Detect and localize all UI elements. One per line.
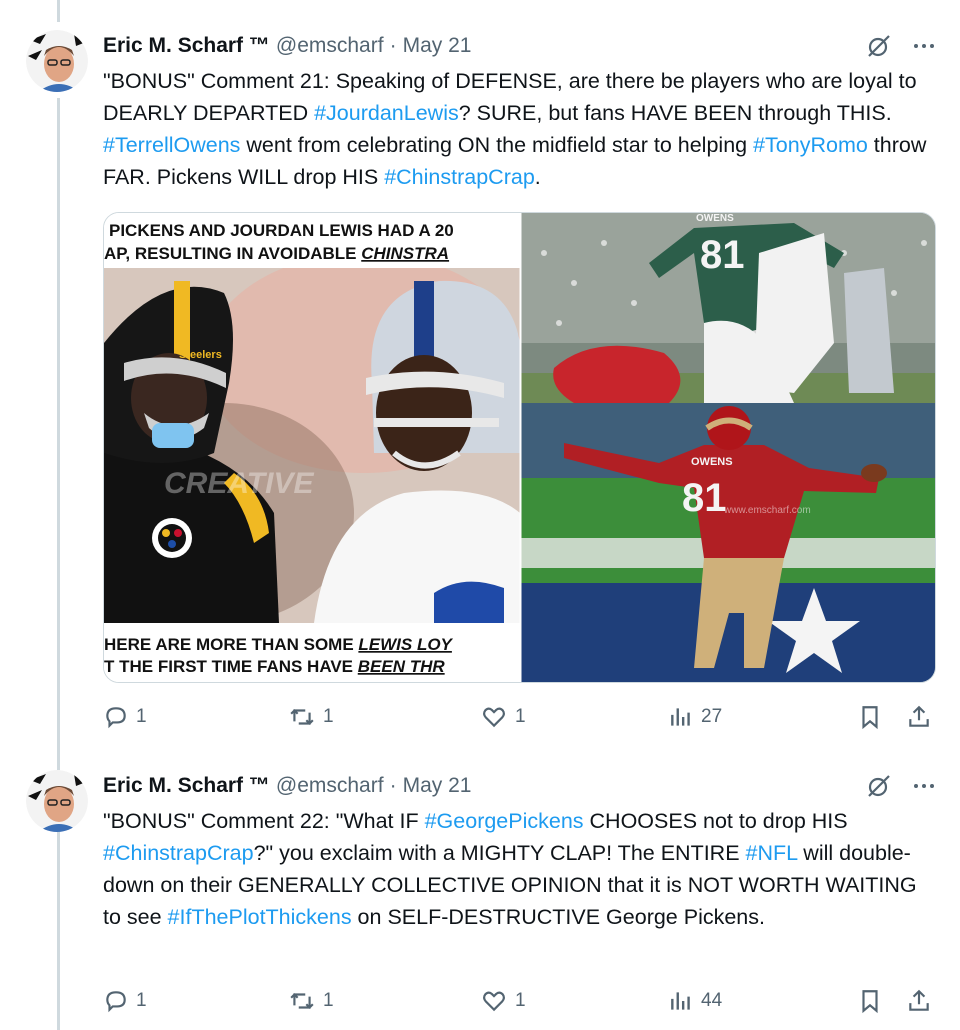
reply-icon	[106, 991, 126, 1013]
author-handle[interactable]: @emscharf	[276, 34, 384, 58]
separator-dot: ·	[389, 774, 397, 797]
tweet-top-icons	[866, 33, 936, 64]
jersey-number-bottom: 81	[682, 476, 727, 520]
jersey-name-top: OWENS	[696, 213, 734, 224]
hashtag-link[interactable]: #TerrellOwens	[103, 133, 240, 157]
tweet-text: "BONUS" Comment 21: Speaking of DEFENSE,…	[103, 65, 938, 193]
share-icon	[909, 705, 929, 727]
tweet-text-segment: ? SURE, but fans HAVE BEEN through THIS.	[458, 101, 892, 125]
media-watermark-url: www.emscharf.com	[723, 505, 811, 516]
author-handle[interactable]: @emscharf	[276, 774, 384, 798]
reply-icon	[106, 707, 126, 729]
grok-icon[interactable]	[866, 33, 892, 64]
media-image: Steelers CREATIVE PICKENS AND JOURDAN LE…	[104, 213, 935, 682]
tweet-text-segment: CHOOSES not to drop HIS	[583, 809, 848, 833]
views-count: 27	[701, 706, 723, 727]
tweet-actions: 1 1 1 44	[103, 984, 938, 1018]
tweet-text: "BONUS" Comment 22: "What IF #GeorgePick…	[103, 805, 938, 933]
views-icon	[671, 708, 690, 726]
like-button[interactable]: 1	[480, 700, 526, 734]
grok-icon[interactable]	[866, 773, 892, 804]
media-watermark: CREATIVE	[164, 467, 314, 500]
tweet-date[interactable]: May 21	[403, 34, 472, 58]
reply-count: 1	[136, 706, 147, 727]
share-button[interactable]	[906, 984, 932, 1018]
tweet-header: Eric M. Scharf ™ @emscharf · May 21	[103, 771, 471, 801]
hashtag-link[interactable]: #TonyRomo	[753, 133, 868, 157]
repost-icon	[290, 708, 314, 726]
share-icon	[909, 989, 929, 1011]
repost-button[interactable]: 1	[288, 984, 334, 1018]
like-count: 1	[515, 706, 526, 727]
avatar[interactable]	[26, 30, 88, 92]
bookmark-button[interactable]	[857, 984, 883, 1018]
repost-button[interactable]: 1	[288, 700, 334, 734]
helmet-text: Steelers	[179, 349, 222, 361]
hashtag-link[interactable]: #IfThePlotThickens	[168, 905, 352, 929]
hashtag-link[interactable]: #NFL	[746, 841, 798, 865]
tweet-text-segment: "BONUS" Comment 22: "What IF	[103, 809, 425, 833]
separator-dot: ·	[389, 34, 397, 57]
more-icon[interactable]	[912, 774, 936, 803]
caption-top-2: AP, RESULTING IN AVOIDABLE CHINSTRA	[104, 244, 449, 263]
tweet-header: Eric M. Scharf ™ @emscharf · May 21	[103, 31, 471, 61]
tweet-text-segment: on SELF-DESTRUCTIVE George Pickens.	[351, 905, 765, 929]
like-icon	[483, 991, 505, 1012]
caption-bottom-1: HERE ARE MORE THAN SOME LEWIS LOY	[104, 635, 454, 654]
hashtag-link[interactable]: #ChinstrapCrap	[384, 165, 535, 189]
repost-icon	[290, 992, 314, 1010]
reply-count: 1	[136, 990, 147, 1011]
tweet-2[interactable]: Eric M. Scharf ™ @emscharf · May 21 "BON…	[0, 740, 960, 1030]
bookmark-button[interactable]	[857, 700, 883, 734]
like-icon	[483, 707, 505, 728]
repost-count: 1	[323, 706, 334, 727]
views-button[interactable]: 44	[668, 984, 722, 1018]
more-icon[interactable]	[912, 34, 936, 63]
hashtag-link[interactable]: #GeorgePickens	[425, 809, 584, 833]
tweet-text-segment: .	[534, 165, 541, 189]
tweet-media[interactable]: Steelers CREATIVE PICKENS AND JOURDAN LE…	[103, 212, 936, 683]
views-button[interactable]: 27	[668, 700, 722, 734]
views-count: 44	[701, 990, 723, 1011]
jersey-number-top: 81	[700, 233, 745, 277]
tweet-text-segment: went from celebrating ON the midfield st…	[240, 133, 754, 157]
tweet-actions: 1 1 1 27	[103, 700, 938, 734]
reply-button[interactable]: 1	[103, 700, 147, 734]
hashtag-link[interactable]: #ChinstrapCrap	[103, 841, 254, 865]
avatar[interactable]	[26, 770, 88, 832]
bookmark-icon	[862, 990, 878, 1014]
caption-top-1: PICKENS AND JOURDAN LEWIS HAD A 20	[109, 221, 454, 240]
jersey-name-bottom: OWENS	[691, 456, 733, 468]
tweet-top-icons	[866, 773, 936, 804]
like-button[interactable]: 1	[480, 984, 526, 1018]
caption-bottom-2: T THE FIRST TIME FANS HAVE BEEN THR	[104, 657, 445, 676]
share-button[interactable]	[906, 700, 932, 734]
repost-count: 1	[323, 990, 334, 1011]
author-name[interactable]: Eric M. Scharf ™	[103, 34, 270, 58]
bookmark-icon	[862, 706, 878, 730]
reply-button[interactable]: 1	[103, 984, 147, 1018]
views-icon	[671, 992, 690, 1010]
author-name[interactable]: Eric M. Scharf ™	[103, 774, 270, 798]
tweet-1[interactable]: Eric M. Scharf ™ @emscharf · May 21 "BON…	[0, 0, 960, 750]
hashtag-link[interactable]: #JourdanLewis	[314, 101, 459, 125]
tweet-date[interactable]: May 21	[403, 774, 472, 798]
tweet-text-segment: ?" you exclaim with a MIGHTY CLAP! The E…	[253, 841, 746, 865]
like-count: 1	[515, 990, 526, 1011]
